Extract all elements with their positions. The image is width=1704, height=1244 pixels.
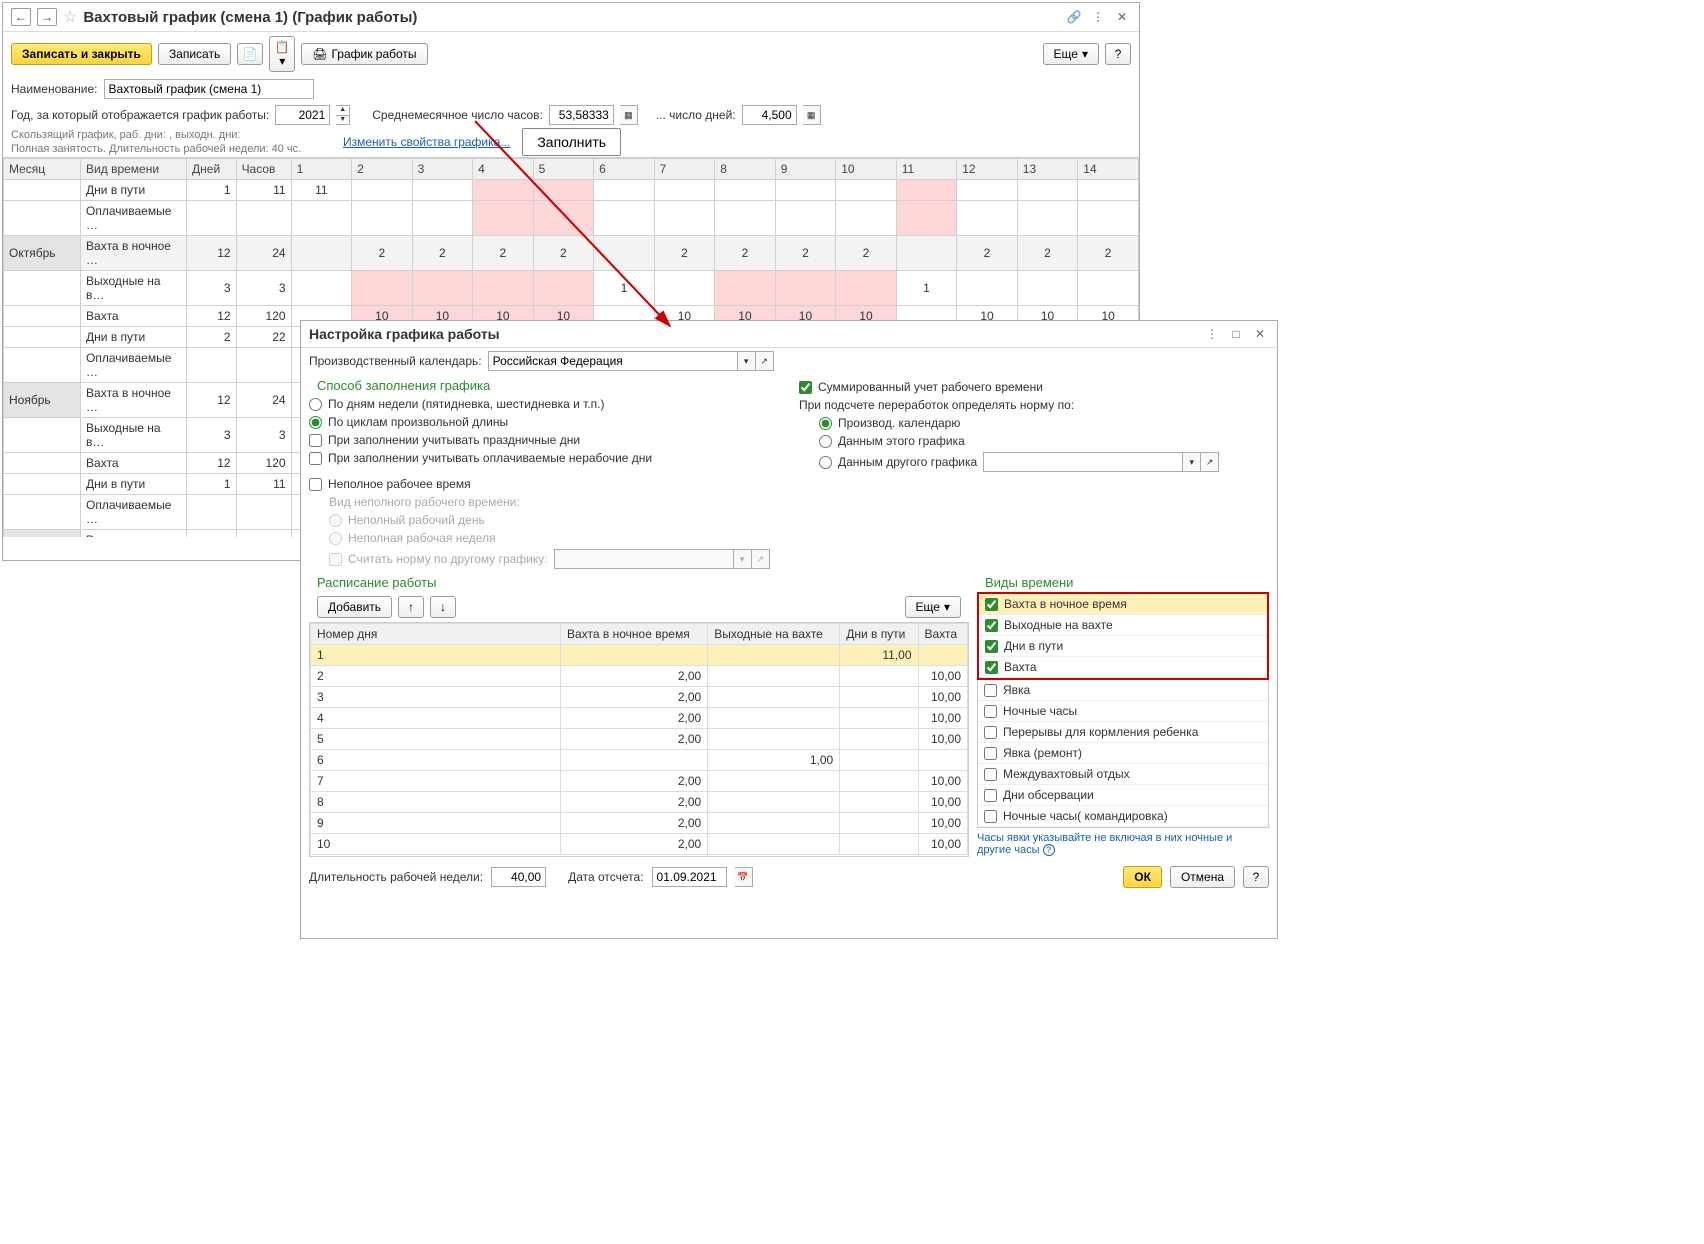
type-row[interactable]: Явка (ремонт) <box>978 743 1268 764</box>
type-row[interactable]: Дни в пути <box>979 636 1267 657</box>
year-up-icon[interactable]: ▲ <box>336 106 349 116</box>
by-cycle-radio[interactable]: По циклам произвольной длины <box>309 413 779 431</box>
types-highlight-box: Вахта в ночное времяВыходные на вахтеДни… <box>977 592 1269 680</box>
types-hint: Часы явки указывайте не включая в них но… <box>977 828 1269 860</box>
save-button[interactable]: Записать <box>158 43 231 65</box>
avg-hours-input[interactable] <box>549 105 614 125</box>
type-row[interactable]: Дни обсервации <box>978 785 1268 806</box>
window-title: Вахтовый график (смена 1) (График работы… <box>83 9 1059 26</box>
name-input[interactable] <box>104 79 314 99</box>
nav-back-button[interactable]: ← <box>11 8 31 26</box>
add-row-button[interactable]: Добавить <box>317 596 392 618</box>
attach-icon[interactable]: 🔗 <box>1065 8 1083 26</box>
name-label: Наименование: <box>11 82 98 96</box>
avg-hours-label: Среднемесячное число часов: <box>372 108 543 122</box>
year-label: Год, за который отображается график рабо… <box>11 108 269 122</box>
type-row[interactable]: Ночные часы <box>978 701 1268 722</box>
type-row[interactable]: Выходные на вахте <box>979 615 1267 636</box>
schedule-section-title: Расписание работы <box>309 571 969 592</box>
type-row[interactable]: Междувахтовый отдых <box>978 764 1268 785</box>
save-close-button[interactable]: Записать и закрыть <box>11 43 152 65</box>
avg-days-input[interactable] <box>742 105 797 125</box>
paidoff-check[interactable]: При заполнении учитывать оплачиваемые не… <box>309 449 779 467</box>
copy-icon[interactable]: 📋▾ <box>269 36 295 72</box>
toolbar: Записать и закрыть Записать 📄 📋▾ 🖨 Графи… <box>3 32 1139 76</box>
dlg-help-button[interactable]: ? <box>1243 866 1269 888</box>
dialog-close-icon[interactable]: ✕ <box>1251 325 1269 343</box>
menu-icon[interactable]: ⋮ <box>1089 8 1107 26</box>
year-input[interactable] <box>275 105 330 125</box>
type-row[interactable]: Явка <box>978 680 1268 701</box>
print-schedule-button[interactable]: 🖨 График работы <box>301 43 427 65</box>
overtime-this-radio[interactable]: Данным этого графика <box>819 432 1269 450</box>
overtime-other-radio[interactable]: Данным другого графика ▾↗ <box>819 450 1269 474</box>
dialog-max-icon[interactable]: □ <box>1227 325 1245 343</box>
settings-dialog: Настройка графика работы ⋮ □ ✕ Производс… <box>300 320 1278 939</box>
start-date-input[interactable] <box>652 867 727 887</box>
star-icon[interactable]: ☆ <box>63 7 77 27</box>
part-week-radio: Неполная рабочая неделя <box>329 529 779 547</box>
type-row[interactable]: Ночные часы( командировка) <box>978 806 1268 827</box>
start-date-label: Дата отсчета: <box>568 870 643 884</box>
summarized-check[interactable]: Суммированный учет рабочего времени <box>799 378 1269 396</box>
part-day-radio: Неполный рабочий день <box>329 511 779 529</box>
calendar-icon[interactable]: 📅 <box>735 867 753 887</box>
avg-days-label: ... число дней: <box>656 108 736 122</box>
schedule-table[interactable]: Номер дняВахта в ночное времяВыходные на… <box>309 622 969 857</box>
report-icon[interactable]: 📄 <box>237 43 263 65</box>
calendar-select[interactable] <box>488 351 738 371</box>
type-row[interactable]: Вахта <box>979 657 1267 678</box>
ok-button[interactable]: ОК <box>1123 866 1162 888</box>
fill-method-title: Способ заполнения графика <box>309 374 779 395</box>
calendar-label: Производственный календарь: <box>309 354 482 368</box>
info-icon[interactable]: ? <box>1043 844 1055 856</box>
calc-icon[interactable]: ▦ <box>620 105 638 125</box>
parttime-check[interactable]: Неполное рабочее время <box>309 475 779 493</box>
overtime-prodcal-radio[interactable]: Производ. календарю <box>819 414 1269 432</box>
sched-more-button[interactable]: Еще ▾ <box>905 596 961 618</box>
week-len-input[interactable] <box>491 867 546 887</box>
calc2-icon[interactable]: ▦ <box>803 105 821 125</box>
dropdown-icon[interactable]: ▾ <box>738 351 756 371</box>
types-title: Виды времени <box>977 571 1269 592</box>
titlebar: ← → ☆ Вахтовый график (смена 1) (График … <box>3 3 1139 32</box>
dialog-title: Настройка графика работы <box>309 326 1197 342</box>
more-button[interactable]: Еще ▾ <box>1043 43 1099 65</box>
types-list[interactable]: Вахта в ночное времяВыходные на вахтеДни… <box>979 594 1267 678</box>
parttime-type-label: Вид неполного рабочего времени: <box>329 493 779 511</box>
norm-other-check: Считать норму по другому графику: ▾↗ <box>329 547 779 571</box>
cancel-button[interactable]: Отмена <box>1170 866 1235 888</box>
close-icon[interactable]: ✕ <box>1113 8 1131 26</box>
type-row[interactable]: Перерывы для кормления ребенка <box>978 722 1268 743</box>
open-icon[interactable]: ↗ <box>756 351 774 371</box>
help-button[interactable]: ? <box>1105 43 1131 65</box>
by-week-radio[interactable]: По дням недели (пятидневка, шестидневка … <box>309 395 779 413</box>
other-sched-select[interactable] <box>983 452 1183 472</box>
types-list-rest[interactable]: ЯвкаНочные часыПерерывы для кормления ре… <box>977 680 1269 828</box>
nav-forward-button[interactable]: → <box>37 8 57 26</box>
change-props-link[interactable]: Изменить свойства графика... <box>343 135 510 149</box>
fill-button[interactable]: Заполнить <box>522 128 621 156</box>
move-up-button[interactable]: ↑ <box>398 596 424 618</box>
dialog-menu-icon[interactable]: ⋮ <box>1203 325 1221 343</box>
year-down-icon[interactable]: ▼ <box>336 116 349 125</box>
dialog-titlebar: Настройка графика работы ⋮ □ ✕ <box>301 321 1277 348</box>
overtime-label: При подсчете переработок определять норм… <box>799 396 1269 414</box>
schedule-desc2: Полная занятость. Длительность рабочей н… <box>3 142 343 156</box>
holidays-check[interactable]: При заполнении учитывать праздничные дни <box>309 431 779 449</box>
move-down-button[interactable]: ↓ <box>430 596 456 618</box>
schedule-desc1: Скользящий график, раб. дни: , выходн. д… <box>3 128 343 142</box>
week-len-label: Длительность рабочей недели: <box>309 870 483 884</box>
type-row[interactable]: Вахта в ночное время <box>979 594 1267 615</box>
norm-other-select <box>554 549 734 569</box>
